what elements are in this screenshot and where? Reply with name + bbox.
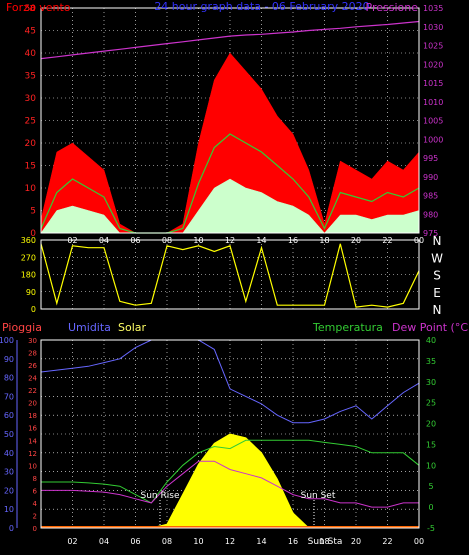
- temperature-tick-label: -5: [427, 524, 435, 533]
- bottom-x-tick-label: 06: [130, 537, 140, 546]
- bottom-x-tick-label: 14: [256, 537, 266, 546]
- wind-tick-label: 25: [25, 117, 36, 127]
- humidity-tick-label: 0: [9, 524, 14, 533]
- humidity-tick-label: 20: [4, 486, 14, 495]
- dir-tick-label: 360: [21, 236, 36, 245]
- rain-tick-label: 22: [28, 387, 37, 395]
- temperature-tick-label: 25: [426, 399, 436, 408]
- humidity-tick-label: 80: [4, 374, 14, 383]
- chart-title: 24 hour graph data - 06 February 2020: [154, 0, 369, 13]
- temperature-tick-label: 10: [426, 461, 436, 470]
- sunrise-label: Sun Rise: [141, 491, 180, 501]
- humidity-axis-label: Umidita: [68, 321, 111, 334]
- bottom-x-tick-label: 02: [67, 537, 77, 546]
- wind-tick-label: 30: [25, 94, 37, 104]
- temperature-axis-label: Temperatura: [312, 321, 383, 334]
- humidity-tick-label: 30: [4, 468, 14, 477]
- bottom-x-tick-label: 22: [382, 537, 392, 546]
- temperature-tick-label: 15: [426, 440, 436, 449]
- rain-tick-label: 26: [28, 362, 37, 370]
- rain-tick-label: 30: [28, 337, 37, 345]
- rain-axis-label: Pioggia: [2, 321, 42, 334]
- rain-tick-label: 4: [33, 500, 38, 508]
- sunset-extra-label: Sun Sta: [308, 537, 343, 547]
- pressure-tick-label: 990: [423, 173, 438, 182]
- wind-tick-label: 45: [25, 27, 36, 37]
- temperature-tick-label: 35: [426, 357, 436, 366]
- pressure-tick-label: 1015: [423, 79, 443, 88]
- bottom-x-tick-label: 08: [162, 537, 172, 546]
- pressure-tick-label: 1030: [423, 23, 443, 32]
- pressure-tick-label: 1005: [423, 117, 443, 126]
- solar-axis-label: Solar: [118, 321, 147, 334]
- humidity-tick-label: 70: [4, 392, 14, 401]
- humidity-tick-label: 40: [4, 449, 14, 458]
- sunset-label: Sun Set: [301, 491, 336, 501]
- wind-tick-label: 15: [25, 162, 36, 172]
- rain-tick-label: 16: [28, 425, 37, 433]
- rain-tick-label: 2: [33, 512, 37, 520]
- dir-tick-label: 0: [31, 305, 36, 314]
- pressure-tick-label: 995: [423, 154, 438, 163]
- rain-tick-label: 20: [28, 400, 37, 408]
- bottom-x-tick-label: 00: [414, 537, 424, 546]
- humidity-tick-label: 90: [4, 355, 14, 364]
- temperature-tick-label: 30: [426, 378, 436, 387]
- pressure-tick-label: 1025: [423, 42, 443, 51]
- wind-tick-label: 20: [25, 139, 37, 149]
- humidity-tick-label: 100: [0, 336, 14, 345]
- wind-tick-label: 35: [25, 72, 36, 82]
- humidity-tick-label: 60: [4, 411, 14, 420]
- rain-tick-label: 28: [28, 350, 37, 358]
- rain-tick-label: 6: [33, 487, 38, 495]
- pressure-tick-label: 1000: [423, 135, 443, 144]
- rain-tick-label: 18: [28, 412, 37, 420]
- bottom-x-tick-label: 16: [288, 537, 298, 546]
- pressure-tick-label: 1035: [423, 4, 443, 13]
- rain-tick-label: 12: [28, 450, 37, 458]
- compass-label: N: [433, 234, 442, 248]
- rain-tick-label: 14: [28, 437, 37, 445]
- wind-tick-label: 40: [25, 49, 37, 59]
- pressure-axis-label: Pressione: [366, 1, 419, 14]
- bottom-x-tick-label: 20: [351, 537, 361, 546]
- compass-label: N: [433, 303, 442, 317]
- wind-tick-label: 10: [25, 184, 37, 194]
- compass-label: S: [433, 269, 441, 283]
- dir-tick-label: 180: [21, 271, 36, 280]
- rain-tick-label: 0: [33, 525, 37, 533]
- bottom-x-tick-label: 04: [99, 537, 109, 546]
- wind-tick-label: 5: [30, 207, 36, 217]
- temperature-tick-label: 5: [428, 482, 433, 491]
- temperature-tick-label: 20: [426, 420, 436, 429]
- weather-graph: 05101520253035404550 9759809859909951000…: [0, 0, 469, 555]
- humidity-tick-label: 10: [4, 505, 14, 514]
- temperature-tick-label: 0: [428, 503, 433, 512]
- pressure-tick-label: 1010: [423, 98, 443, 107]
- dir-tick-label: 90: [26, 288, 36, 297]
- pressure-tick-label: 1020: [423, 60, 443, 69]
- dir-tick-label: 270: [21, 253, 36, 262]
- bottom-x-tick-label: 12: [225, 537, 235, 546]
- bottom-x-tick-label: 10: [193, 537, 203, 546]
- pressure-tick-label: 980: [423, 210, 438, 219]
- compass-label: W: [431, 251, 443, 265]
- dew-point-axis-label: Dew Point (°C): [392, 321, 469, 334]
- compass-label: E: [433, 286, 441, 300]
- rain-tick-label: 10: [28, 462, 37, 470]
- pressure-tick-label: 985: [423, 192, 438, 201]
- humidity-tick-label: 50: [4, 430, 14, 439]
- temperature-tick-label: 40: [426, 336, 436, 345]
- rain-tick-label: 24: [28, 375, 37, 383]
- wind-axis-label: Forza vento: [6, 1, 71, 14]
- rain-tick-label: 8: [33, 475, 37, 483]
